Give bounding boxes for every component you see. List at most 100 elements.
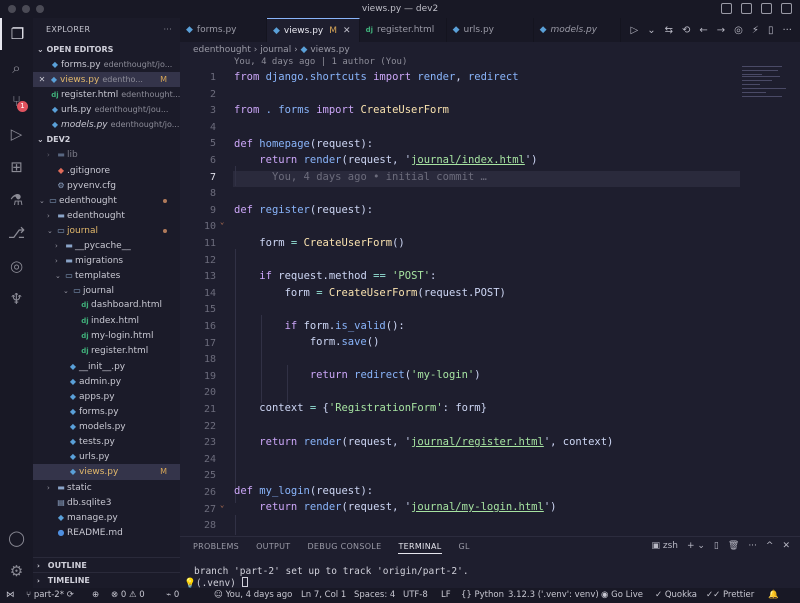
tree-item[interactable]: ◆ .gitignore xyxy=(33,163,180,178)
tree-item[interactable]: › ▬ __pycache__ xyxy=(33,238,180,253)
open-editor-item[interactable]: dj register.html edenthought... xyxy=(33,87,180,102)
close-panel-icon[interactable]: ✕ xyxy=(782,541,790,551)
tree-item[interactable]: dj index.html xyxy=(33,314,180,329)
tree-item[interactable]: ◆ __init__.py xyxy=(33,359,180,374)
tree-item[interactable]: › ▬ edenthought xyxy=(33,208,180,223)
preview-icon[interactable]: ⚡ xyxy=(752,25,759,36)
quokka-status[interactable]: ✓ Quokka xyxy=(655,588,697,603)
tree-item[interactable]: › ▬ static xyxy=(33,480,180,495)
cursor-position[interactable]: Ln 7, Col 1 xyxy=(301,588,346,603)
blame-codelens[interactable]: You, 4 days ago | 1 author (You) xyxy=(234,57,407,67)
ports-indicator[interactable]: ⌁ 0 xyxy=(166,588,179,603)
minimap[interactable] xyxy=(740,58,800,178)
encoding[interactable]: UTF-8 xyxy=(403,588,428,603)
tree-item[interactable]: ⚙ pyvenv.cfg xyxy=(33,178,180,193)
bell-icon[interactable]: 🔔 xyxy=(768,588,779,603)
open-editor-item[interactable]: ◆ forms.py edenthought/jo... xyxy=(33,57,180,72)
gitlens-icon[interactable]: ◎ xyxy=(0,250,33,282)
workspace-header[interactable]: ⌄ DEV2 xyxy=(33,132,180,147)
tree-item[interactable]: ◆ models.py xyxy=(33,419,180,434)
python-interpreter[interactable]: 3.12.3 ('.venv': venv) xyxy=(508,588,599,603)
panel-tab-output[interactable]: OUTPUT xyxy=(256,542,290,554)
live-share-icon[interactable]: ⊕ xyxy=(92,588,99,603)
close-window-button[interactable] xyxy=(8,5,16,13)
breadcrumb-item[interactable]: journal xyxy=(260,45,291,55)
tree-item[interactable]: › ▬ lib xyxy=(33,147,180,162)
minimize-window-button[interactable] xyxy=(22,5,30,13)
tree-item[interactable]: dj my-login.html xyxy=(33,329,180,344)
panel-tab-gl[interactable]: GL xyxy=(459,542,470,554)
tab-forms-py[interactable]: ◆ forms.py xyxy=(180,18,267,42)
open-editor-item[interactable]: ◆ urls.py edenthought/jou... xyxy=(33,102,180,117)
tree-item[interactable]: ● README.md xyxy=(33,525,180,540)
run-icon[interactable]: ▷ xyxy=(631,25,639,36)
sync-icon[interactable]: ⟳ xyxy=(67,590,74,600)
tree-item[interactable]: dj dashboard.html xyxy=(33,298,180,313)
source-control-icon[interactable]: ⑂ 1 xyxy=(0,85,33,117)
tree-item[interactable]: ⌄ ▭ journal xyxy=(33,283,180,298)
search-icon[interactable]: ⌕ xyxy=(0,52,33,84)
tab-urls-py[interactable]: ◆ urls.py xyxy=(447,18,534,42)
close-icon[interactable]: ✕ xyxy=(343,19,351,43)
tree-item[interactable]: ◆ tests.py xyxy=(33,434,180,449)
tree-item[interactable]: ⌄ ▭ templates xyxy=(33,268,180,283)
toggle-panel-icon[interactable] xyxy=(741,3,752,14)
split-editor-icon[interactable]: ▯ xyxy=(768,25,774,36)
prettier-status[interactable]: ✓✓ Prettier xyxy=(706,588,754,603)
indentation[interactable]: Spaces: 4 xyxy=(354,588,395,603)
end-of-line[interactable]: LF xyxy=(441,588,451,603)
toggle-sidebar-icon[interactable] xyxy=(721,3,732,14)
git-forward-icon[interactable]: → xyxy=(717,25,725,36)
branch-indicator[interactable]: ⑂ part-2* ⟳ xyxy=(26,588,74,603)
terminal-shell-selector[interactable]: ▣ zsh xyxy=(651,541,678,551)
timeline-section[interactable]: › TIMELINE xyxy=(33,572,180,587)
git-graph-icon[interactable]: ⎇ xyxy=(0,217,33,249)
tree-item[interactable]: ▤ db.sqlite3 xyxy=(33,495,180,510)
tab-register-html[interactable]: dj register.html xyxy=(360,18,447,42)
testing-icon[interactable]: ⚗ xyxy=(0,184,33,216)
git-back-icon[interactable]: ← xyxy=(699,25,707,36)
new-terminal-button[interactable]: + ⌄ xyxy=(687,541,705,551)
open-editor-item[interactable]: ◆ models.py edenthought/jo... xyxy=(33,117,180,132)
zoom-window-button[interactable] xyxy=(36,5,44,13)
tree-item[interactable]: ⌄ ▭ edenthought xyxy=(33,193,180,208)
remote-icon[interactable]: ⋈ xyxy=(6,588,15,603)
trash-icon[interactable]: 🗑 xyxy=(728,541,739,551)
python-icon[interactable]: ♆ xyxy=(0,283,33,315)
open-changes-icon[interactable]: ⟲ xyxy=(682,25,690,36)
more-actions-icon[interactable]: ··· xyxy=(782,25,792,36)
more-actions-icon[interactable]: ··· xyxy=(748,541,757,551)
tree-item[interactable]: ⌄ ▭ journal xyxy=(33,223,180,238)
panel-tab-problems[interactable]: PROBLEMS xyxy=(193,542,239,554)
tree-item[interactable]: ◆ admin.py xyxy=(33,374,180,389)
open-editor-item[interactable]: ✕ ◆ views.py edentho... M xyxy=(33,72,180,88)
run-debug-icon[interactable]: ▷ xyxy=(0,118,33,150)
gear-icon[interactable]: ⚙ xyxy=(0,555,33,587)
split-terminal-icon[interactable]: ▯ xyxy=(714,541,719,551)
explorer-icon[interactable]: ❐ xyxy=(0,18,33,50)
chevron-down-icon[interactable]: ⌄ xyxy=(647,25,655,36)
tree-item[interactable]: ◆ manage.py xyxy=(33,510,180,525)
fold-arrow-icon[interactable]: ⌄ xyxy=(220,218,224,226)
account-icon[interactable]: ◯ xyxy=(0,522,33,554)
breadcrumb-item[interactable]: edenthought xyxy=(193,45,251,55)
problems-indicator[interactable]: ⊗ 0 ⚠ 0 xyxy=(111,588,145,603)
tab-models-py[interactable]: ◆ models.py xyxy=(534,18,621,42)
customize-layout-icon[interactable] xyxy=(781,3,792,14)
tab-views-py[interactable]: ◆ views.py M ✕ xyxy=(267,18,360,42)
extensions-icon[interactable]: ⊞ xyxy=(0,151,33,183)
tree-item[interactable]: ◆ forms.py xyxy=(33,404,180,419)
close-icon[interactable]: ✕ xyxy=(36,72,48,87)
fold-arrow-icon[interactable]: ⌄ xyxy=(220,501,224,509)
toggle-blame-icon[interactable]: ◎ xyxy=(734,25,743,36)
git-blame-status[interactable]: ☺ You, 4 days ago xyxy=(214,588,292,603)
panel-tab-terminal[interactable]: TERMINAL xyxy=(398,542,442,554)
tree-item[interactable]: ◆ urls.py xyxy=(33,449,180,464)
breadcrumb-item[interactable]: views.py xyxy=(310,45,349,55)
maximize-panel-icon[interactable]: ^ xyxy=(766,541,774,551)
outline-section[interactable]: › OUTLINE xyxy=(33,557,180,572)
toggle-secondary-sidebar-icon[interactable] xyxy=(761,3,772,14)
open-editors-header[interactable]: ⌄ OPEN EDITORS xyxy=(33,42,180,57)
tree-item[interactable]: dj register.html xyxy=(33,344,180,359)
tree-item[interactable]: › ▬ migrations xyxy=(33,253,180,268)
